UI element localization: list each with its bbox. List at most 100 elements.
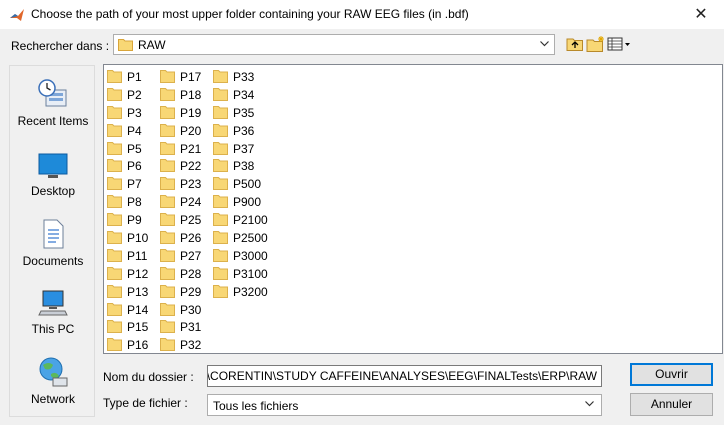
- folder-icon: [160, 159, 175, 173]
- folder-item-label: P2: [127, 87, 142, 102]
- place-label: Desktop: [30, 184, 76, 198]
- folder-icon: [213, 195, 228, 209]
- folder-name-value: ıbox\CORENTIN\STUDY CAFFEINE\ANALYSES\EE…: [207, 369, 597, 383]
- place-label: This PC: [31, 322, 75, 336]
- folder-item-label: P16: [127, 338, 149, 353]
- folder-icon: [160, 87, 175, 101]
- folder-icon: [107, 248, 122, 262]
- desktop-icon: [38, 153, 68, 178]
- folder-item-label: P10: [127, 231, 149, 246]
- place-recent-items[interactable]: Recent Items: [10, 78, 96, 128]
- folder-icon: [107, 213, 122, 227]
- folder-icon: [213, 70, 228, 83]
- folder-item-label: P25: [180, 213, 202, 228]
- folder-icon: [107, 159, 122, 173]
- place-this-pc[interactable]: This PC: [10, 288, 96, 336]
- folder-item-label: P4: [127, 123, 142, 138]
- network-icon: [39, 357, 68, 387]
- folder-icon: [213, 248, 228, 262]
- file-type-label: Type de fichier :: [103, 396, 188, 410]
- look-in-combo[interactable]: RAW: [113, 34, 555, 55]
- folder-item-label: P3200: [233, 284, 268, 299]
- place-desktop[interactable]: Desktop: [10, 152, 96, 198]
- folder-icon: [160, 231, 175, 245]
- folder-item-label: P8: [127, 195, 142, 210]
- folder-icon: [213, 231, 228, 245]
- folder-item-label: P37: [233, 141, 255, 156]
- folder-icon: [160, 338, 175, 352]
- folder-item-label: P11: [127, 248, 148, 263]
- close-icon: ✕: [694, 4, 708, 23]
- folder-icon: [160, 105, 175, 119]
- place-label: Network: [30, 392, 75, 406]
- folder-item-label: P21: [180, 141, 202, 156]
- folder-icon: [107, 338, 122, 352]
- place-documents[interactable]: Documents: [10, 218, 96, 268]
- folder-icon: [160, 248, 175, 262]
- place-network[interactable]: Network: [10, 356, 96, 406]
- folder-item-label: P27: [180, 248, 202, 263]
- folder-icon: [107, 320, 122, 334]
- folder-icon: [213, 159, 228, 173]
- folder-icon: [160, 320, 175, 334]
- place-label: Documents: [22, 254, 84, 268]
- folder-item-label: P35: [233, 105, 255, 120]
- matlab-app-icon: [10, 9, 24, 21]
- view-menu-icon[interactable]: [607, 35, 632, 53]
- folder-icon: [107, 141, 122, 155]
- folder-item-label: P15: [127, 320, 149, 335]
- folder-icon: [160, 284, 175, 298]
- open-button[interactable]: Ouvrir: [630, 363, 713, 386]
- folder-icon: [160, 302, 175, 316]
- folder-item-label: P5: [127, 141, 142, 156]
- folder-item-label: P18: [180, 87, 202, 102]
- folder-item-label: P28: [180, 266, 202, 281]
- chevron-down-icon: [584, 398, 595, 412]
- file-type-value: Tous les fichiers: [213, 399, 299, 413]
- folder-item-label: P13: [127, 284, 149, 299]
- folder-icon: [107, 105, 122, 119]
- folder-item-label: P38: [233, 159, 255, 174]
- file-list[interactable]: P1 P2 P3 P4 P5 P6 P7 P8 P9 P10 P11 P12 P13 P14 P15 P16 …: [103, 64, 723, 354]
- folder-item-label: P2500: [233, 231, 268, 246]
- places-bar: Recent Items Desktop Documents This PC N…: [9, 65, 95, 417]
- folder-icon: [160, 141, 175, 155]
- cancel-button[interactable]: Annuler: [630, 393, 713, 416]
- file-type-select[interactable]: Tous les fichiers: [207, 394, 602, 416]
- folder-icon: [213, 284, 228, 298]
- folder-name-input[interactable]: ıbox\CORENTIN\STUDY CAFFEINE\ANALYSES\EE…: [207, 365, 602, 387]
- folder-item-label: P20: [180, 123, 202, 138]
- chevron-down-icon: [539, 38, 550, 52]
- documents-icon: [43, 219, 64, 249]
- folder-icon: [160, 123, 175, 137]
- folder-item-label: P34: [233, 87, 255, 102]
- folder-name-label: Nom du dossier :: [103, 370, 194, 384]
- folder-item-label: P36: [233, 123, 255, 138]
- folder-item-label: P3: [127, 105, 142, 120]
- look-in-label: Rechercher dans :: [11, 39, 110, 53]
- folder-icon: [107, 70, 122, 83]
- folder-icon: [107, 266, 122, 280]
- folder-item-label: P1: [127, 70, 142, 84]
- folder-item-label: P31: [180, 320, 202, 335]
- folder-item-label: P3000: [233, 248, 268, 263]
- folder-item-label: P26: [180, 231, 202, 246]
- folder-icon: [107, 231, 122, 245]
- folder-icon: [160, 195, 175, 209]
- folder-item-label: P29: [180, 284, 202, 299]
- folder-icon: [160, 177, 175, 191]
- folder-item-label: P900: [233, 195, 262, 210]
- folder-icon: [107, 302, 122, 316]
- folder-item-label: P23: [180, 177, 202, 192]
- close-button[interactable]: ✕: [686, 3, 716, 25]
- folder-icon: [160, 213, 175, 227]
- folder-item-label: P9: [127, 213, 142, 228]
- title-bar: Choose the path of your most upper folde…: [0, 0, 724, 29]
- folder-icon: [213, 141, 228, 155]
- window-title: Choose the path of your most upper folde…: [31, 7, 469, 21]
- up-one-level-icon[interactable]: [566, 35, 584, 53]
- new-folder-icon[interactable]: [586, 35, 606, 53]
- folder-item-label: P33: [233, 70, 255, 84]
- this-pc-icon: [38, 290, 68, 316]
- place-label: Recent Items: [17, 114, 89, 128]
